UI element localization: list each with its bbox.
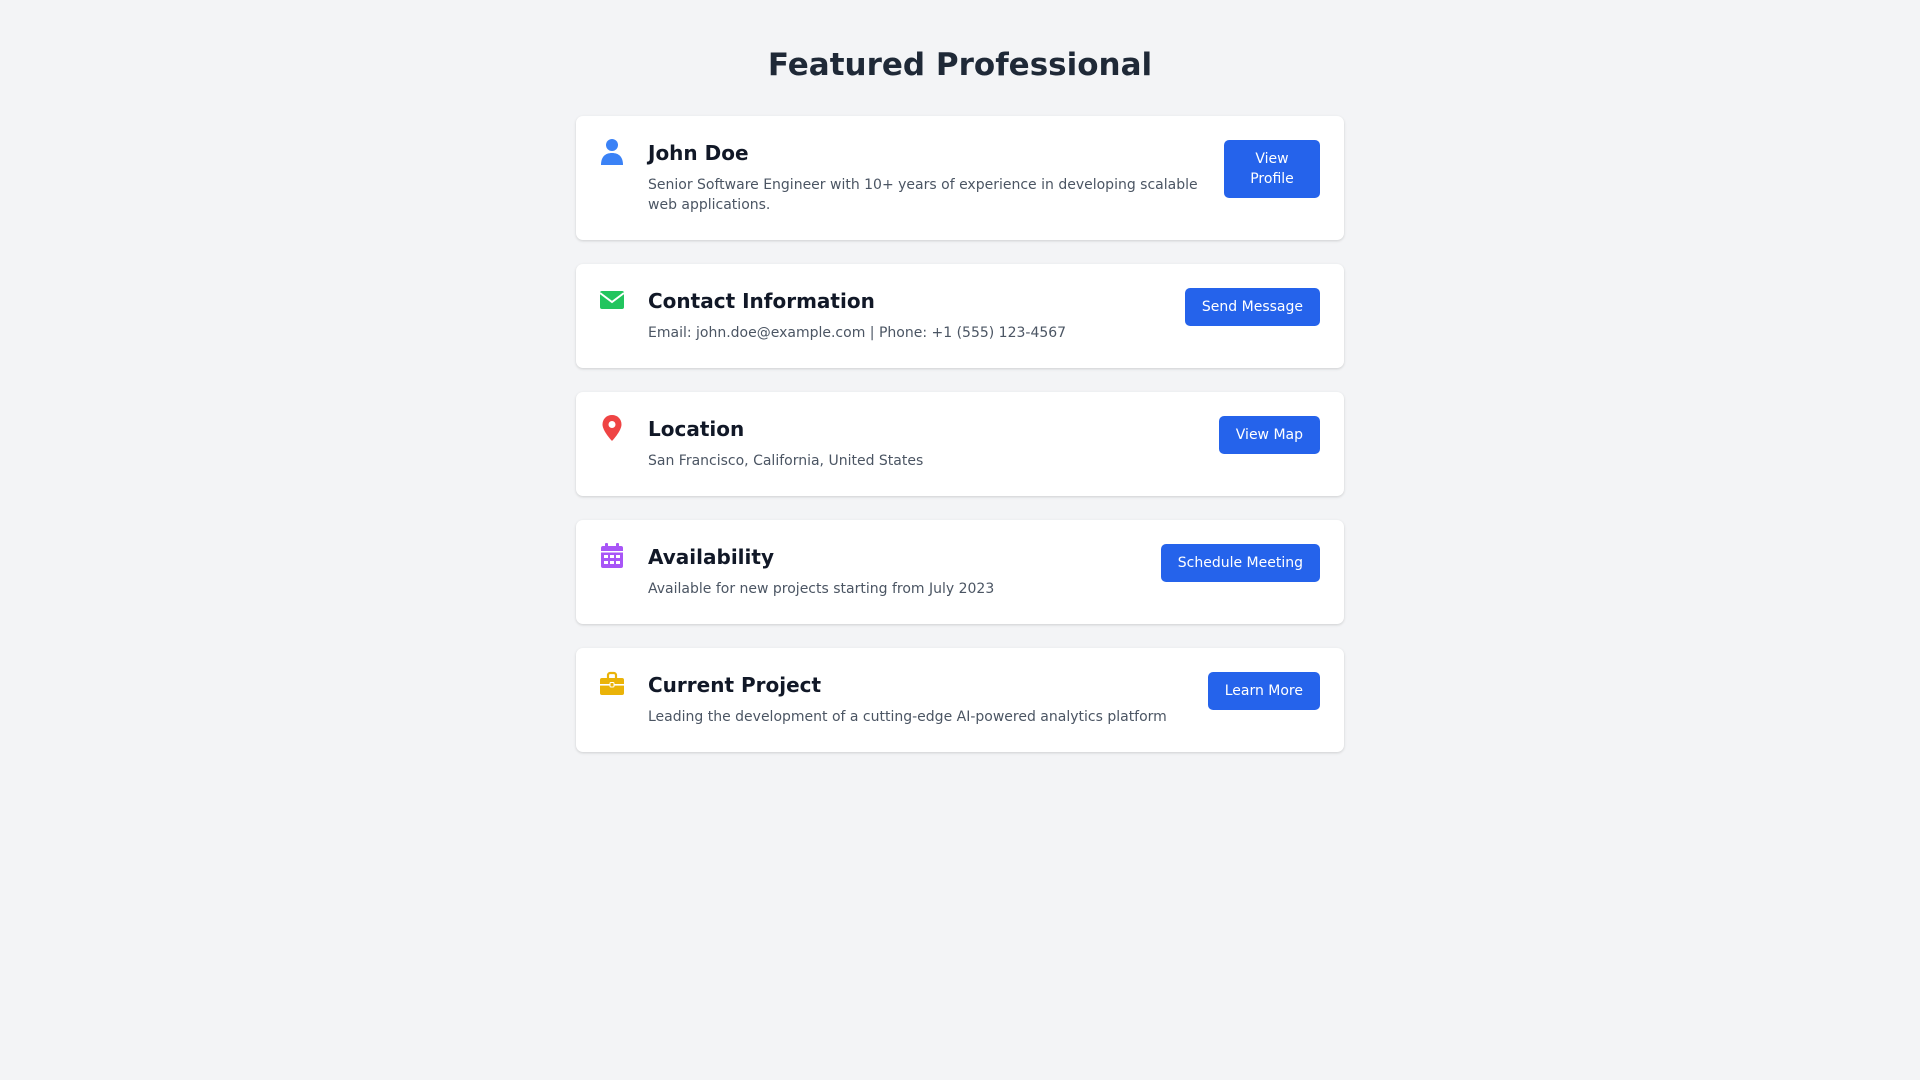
calendar-icon xyxy=(599,542,625,570)
location-title: Location xyxy=(648,417,745,441)
availability-title: Availability xyxy=(648,545,774,569)
location-text: San Francisco, California, United States xyxy=(648,453,924,469)
project-card-body: Current Project Leading the development … xyxy=(648,672,1167,727)
location-card-body: Location San Francisco, California, Unit… xyxy=(648,416,923,471)
briefcase-icon xyxy=(599,670,625,698)
availability-text: Available for new projects starting from… xyxy=(648,581,995,597)
profile-description: Senior Software Engineer with 10+ years … xyxy=(648,177,1198,213)
project-card: Current Project Leading the development … xyxy=(576,648,1344,752)
send-message-button[interactable]: Send Message xyxy=(1184,288,1320,326)
project-title: Current Project xyxy=(648,673,822,697)
profile-name: John Doe xyxy=(648,141,749,165)
availability-card-body: Availability Available for new projects … xyxy=(648,544,994,599)
page-title: Featured Professional xyxy=(767,47,1153,83)
contact-details: Email: john.doe@example.com | Phone: +1 … xyxy=(648,325,1067,341)
location-card: Location San Francisco, California, Unit… xyxy=(576,392,1344,496)
contact-card: Contact Information Email: john.doe@exam… xyxy=(576,264,1344,368)
view-profile-button[interactable]: View Profile xyxy=(1224,140,1320,198)
contact-title: Contact Information xyxy=(648,289,875,313)
contact-card-body: Contact Information Email: john.doe@exam… xyxy=(648,288,1066,343)
profile-card: John Doe Senior Software Engineer with 1… xyxy=(576,116,1344,240)
page: Featured Professional John Doe Senior So… xyxy=(0,0,1920,1080)
learn-more-button[interactable]: Learn More xyxy=(1207,672,1320,710)
schedule-meeting-button[interactable]: Schedule Meeting xyxy=(1160,544,1320,582)
view-map-button[interactable]: View Map xyxy=(1218,416,1320,454)
profile-card-body: John Doe Senior Software Engineer with 1… xyxy=(648,140,1208,215)
map-pin-icon xyxy=(599,414,625,442)
envelope-icon xyxy=(599,286,625,314)
project-text: Leading the development of a cutting-edg… xyxy=(648,709,1167,725)
user-icon xyxy=(599,138,625,166)
availability-card: Availability Available for new projects … xyxy=(576,520,1344,624)
